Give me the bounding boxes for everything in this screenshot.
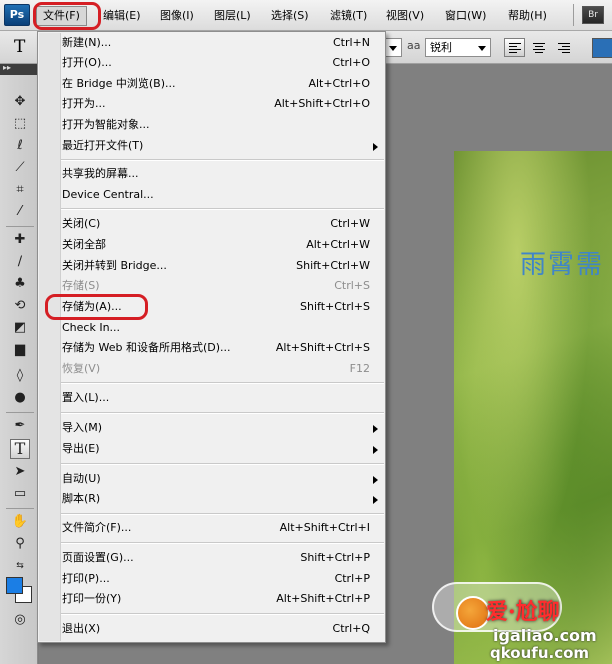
shape-icon[interactable]: ▭ <box>10 484 30 504</box>
align-right-button[interactable] <box>553 38 574 57</box>
menu-layer[interactable]: 图层(L) <box>214 7 251 25</box>
swap-colors-icon[interactable]: ⇆ <box>10 556 30 576</box>
foreground-color-swatch[interactable] <box>6 577 23 594</box>
align-left-button[interactable] <box>504 38 525 57</box>
tools-divider <box>6 226 34 227</box>
marquee-icon[interactable]: ⬚ <box>10 114 30 134</box>
pen-icon[interactable]: ✒ <box>10 416 30 436</box>
lasso-icon[interactable]: ℓ <box>10 136 30 156</box>
watermark-logo-icon <box>456 596 490 630</box>
tools-panel: ✥ ⬚ ℓ ⟋ ⌗ ⁄ ✚ ∕ ♣ ⟲ ◩ ▆ ◊ ● ✒ T ➤ ▭ ✋ ⚲ … <box>0 63 38 664</box>
tools-divider <box>6 508 34 509</box>
watermark-title: 爱·尬聊 <box>486 599 560 625</box>
menu-edit[interactable]: 编辑(E) <box>103 7 141 25</box>
submenu-arrow-icon <box>373 425 378 433</box>
menu-separator <box>61 208 384 210</box>
dodge-icon[interactable]: ● <box>10 388 30 408</box>
menu-separator <box>61 412 384 414</box>
menu-item-check-in[interactable]: Check In... <box>61 318 384 338</box>
menu-bar: Ps 文件(F) 编辑(E) 图像(I) 图层(L) 选择(S) 滤镜(T) 视… <box>0 0 612 31</box>
menu-window[interactable]: 窗口(W) <box>445 7 486 25</box>
menu-item-close-all[interactable]: 关闭全部 Alt+Ctrl+W <box>61 235 384 255</box>
magic-wand-icon[interactable]: ⟋ <box>10 158 30 178</box>
zoom-icon[interactable]: ⚲ <box>10 534 30 554</box>
font-size-dropdown[interactable] <box>384 38 402 57</box>
image-text-layer: 雨霄需 <box>520 250 605 280</box>
move-icon[interactable]: ✥ <box>10 92 30 112</box>
file-menu-highlight <box>33 2 101 30</box>
menu-item-save-for-web[interactable]: 存储为 Web 和设备所用格式(D)... Alt+Shift+Ctrl+S <box>61 338 384 358</box>
menu-separator <box>61 513 384 515</box>
menu-item-file-info[interactable]: 文件简介(F)... Alt+Shift+Ctrl+I <box>61 518 384 538</box>
menu-item-page-setup[interactable]: 页面设置(G)... Shift+Ctrl+P <box>61 548 384 568</box>
path-selection-icon[interactable]: ➤ <box>10 462 30 482</box>
menu-separator <box>61 463 384 465</box>
submenu-arrow-icon <box>373 143 378 151</box>
watermark-site: igaliao.com <box>493 626 597 645</box>
type-tool-preset-icon[interactable]: T <box>14 37 25 57</box>
bridge-launch-icon[interactable]: Br <box>582 6 604 24</box>
tools-divider <box>6 412 34 413</box>
align-center-button[interactable] <box>528 38 549 57</box>
history-brush-icon[interactable]: ⟲ <box>10 296 30 316</box>
menu-help[interactable]: 帮助(H) <box>508 7 547 25</box>
submenu-arrow-icon <box>373 446 378 454</box>
menu-item-import[interactable]: 导入(M) <box>61 418 384 438</box>
photoshop-logo: Ps <box>4 4 30 26</box>
menu-item-open-as[interactable]: 打开为... Alt+Shift+Ctrl+O <box>61 94 384 114</box>
menu-item-close[interactable]: 关闭(C) Ctrl+W <box>61 214 384 234</box>
file-menu-dropdown: 新建(N)... Ctrl+N 打开(O)... Ctrl+O 在 Bridge 中… <box>37 31 386 643</box>
menu-separator <box>61 382 384 384</box>
text-color-swatch[interactable] <box>592 38 612 58</box>
menu-item-automate[interactable]: 自动(U) <box>61 469 384 489</box>
menu-item-open-smart-object[interactable]: 打开为智能对象... <box>61 115 384 135</box>
menu-separator <box>61 613 384 615</box>
menu-item-browse-bridge[interactable]: 在 Bridge 中浏览(B)... Alt+Ctrl+O <box>61 74 384 94</box>
healing-brush-icon[interactable]: ✚ <box>10 230 30 250</box>
crop-icon[interactable]: ⌗ <box>10 180 30 200</box>
menu-filter[interactable]: 滤镜(T) <box>330 7 367 25</box>
brush-icon[interactable]: ∕ <box>10 252 30 272</box>
menu-item-revert: 恢复(V) F12 <box>62 362 370 375</box>
menu-item-recent-files[interactable]: 最近打开文件(T) <box>61 136 384 156</box>
save-as-highlight <box>45 294 148 320</box>
eraser-icon[interactable]: ◩ <box>10 318 30 338</box>
hand-icon[interactable]: ✋ <box>10 512 30 532</box>
submenu-arrow-icon <box>373 476 378 484</box>
blur-icon[interactable]: ◊ <box>10 366 30 386</box>
type-icon[interactable]: T <box>10 439 30 459</box>
menu-item-new[interactable]: 新建(N)... Ctrl+N <box>61 33 384 53</box>
menu-item-export[interactable]: 导出(E) <box>61 439 384 459</box>
antialias-select[interactable]: 锐利 <box>425 38 491 57</box>
menu-item-print[interactable]: 打印(P)... Ctrl+P <box>61 569 384 589</box>
menu-separator <box>61 159 384 161</box>
eyedropper-icon[interactable]: ⁄ <box>10 202 30 222</box>
menu-item-save: 存储(S) Ctrl+S <box>62 279 370 292</box>
menu-item-share-screen[interactable]: 共享我的屏幕... <box>61 164 384 184</box>
menu-item-open[interactable]: 打开(O)... Ctrl+O <box>61 53 384 73</box>
gradient-icon[interactable]: ▆ <box>10 340 30 360</box>
tools-panel-header[interactable] <box>0 63 38 75</box>
submenu-arrow-icon <box>373 496 378 504</box>
menu-item-print-one-copy[interactable]: 打印一份(Y) Alt+Shift+Ctrl+P <box>61 589 384 609</box>
menu-item-close-go-bridge[interactable]: 关闭并转到 Bridge... Shift+Ctrl+W <box>61 256 384 276</box>
menu-select[interactable]: 选择(S) <box>271 7 309 25</box>
clone-stamp-icon[interactable]: ♣ <box>10 274 30 294</box>
menu-item-exit[interactable]: 退出(X) Ctrl+Q <box>61 619 384 639</box>
antialias-icon: aa <box>407 39 421 52</box>
menu-item-place[interactable]: 置入(L)... <box>61 388 384 408</box>
menu-separator <box>61 542 384 544</box>
quick-mask-icon[interactable]: ◎ <box>10 610 30 630</box>
menu-view[interactable]: 视图(V) <box>386 7 424 25</box>
menu-item-device-central[interactable]: Device Central... <box>61 185 384 205</box>
watermark-site-2: qkoufu.com <box>490 644 590 662</box>
menubar-divider <box>573 4 574 26</box>
menu-item-scripts[interactable]: 脚本(R) <box>61 489 384 509</box>
menu-image[interactable]: 图像(I) <box>160 7 194 25</box>
